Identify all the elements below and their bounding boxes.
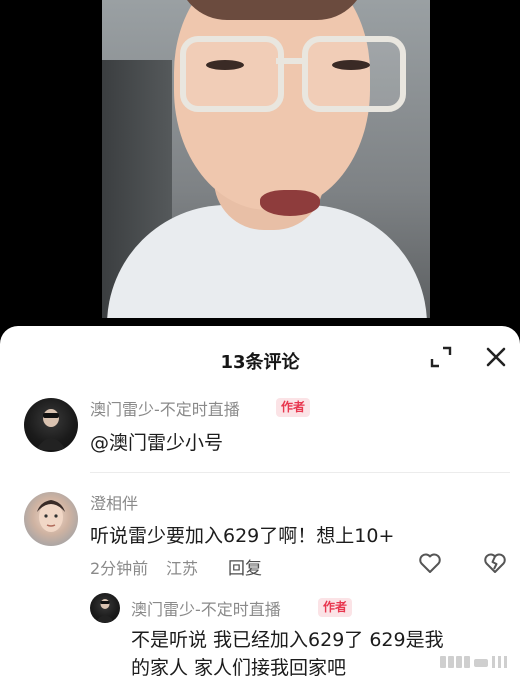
avatar-face-icon (37, 500, 65, 532)
comment-time: 2分钟前 (90, 559, 149, 578)
avatar[interactable] (90, 593, 120, 623)
comment-location: 江苏 (166, 559, 199, 578)
comment-text: @澳门雷少小号 (90, 432, 224, 454)
reply-button[interactable]: 回复 (228, 554, 262, 579)
author-badge: 作者 (318, 598, 353, 617)
author-badge: 作者 (276, 398, 311, 417)
expand-icon[interactable] (429, 345, 453, 369)
reply-text-line2: 的家人 家人们接我回家吧 (131, 657, 347, 679)
video-frame (102, 0, 430, 318)
comment-username[interactable]: 澳门雷少-不定时直播 (90, 396, 240, 420)
avatar[interactable] (24, 492, 78, 546)
watermark-logo-icon (440, 656, 507, 668)
broken-heart-icon[interactable] (483, 552, 507, 574)
comment-text: 听说雷少要加入629了啊！想上10+ (90, 525, 395, 547)
comment-sheet: 13条评论 澳门雷少-不定时直播 作者 @澳门雷少小号 澄相伴 听说雷少要加入6… (0, 326, 520, 682)
avatar[interactable] (24, 398, 78, 452)
avatar-silhouette-icon (36, 409, 66, 450)
reply-username[interactable]: 澳门雷少-不定时直播 (131, 596, 281, 620)
close-icon[interactable] (485, 346, 507, 368)
video-player[interactable] (0, 0, 520, 326)
heart-icon[interactable] (418, 552, 442, 574)
reply-text-line1: 不是听说 我已经加入629了 629是我 (131, 629, 444, 651)
comment-username[interactable]: 澄相伴 (90, 490, 138, 514)
comment-divider (90, 472, 510, 473)
avatar-silhouette-icon (96, 599, 114, 622)
